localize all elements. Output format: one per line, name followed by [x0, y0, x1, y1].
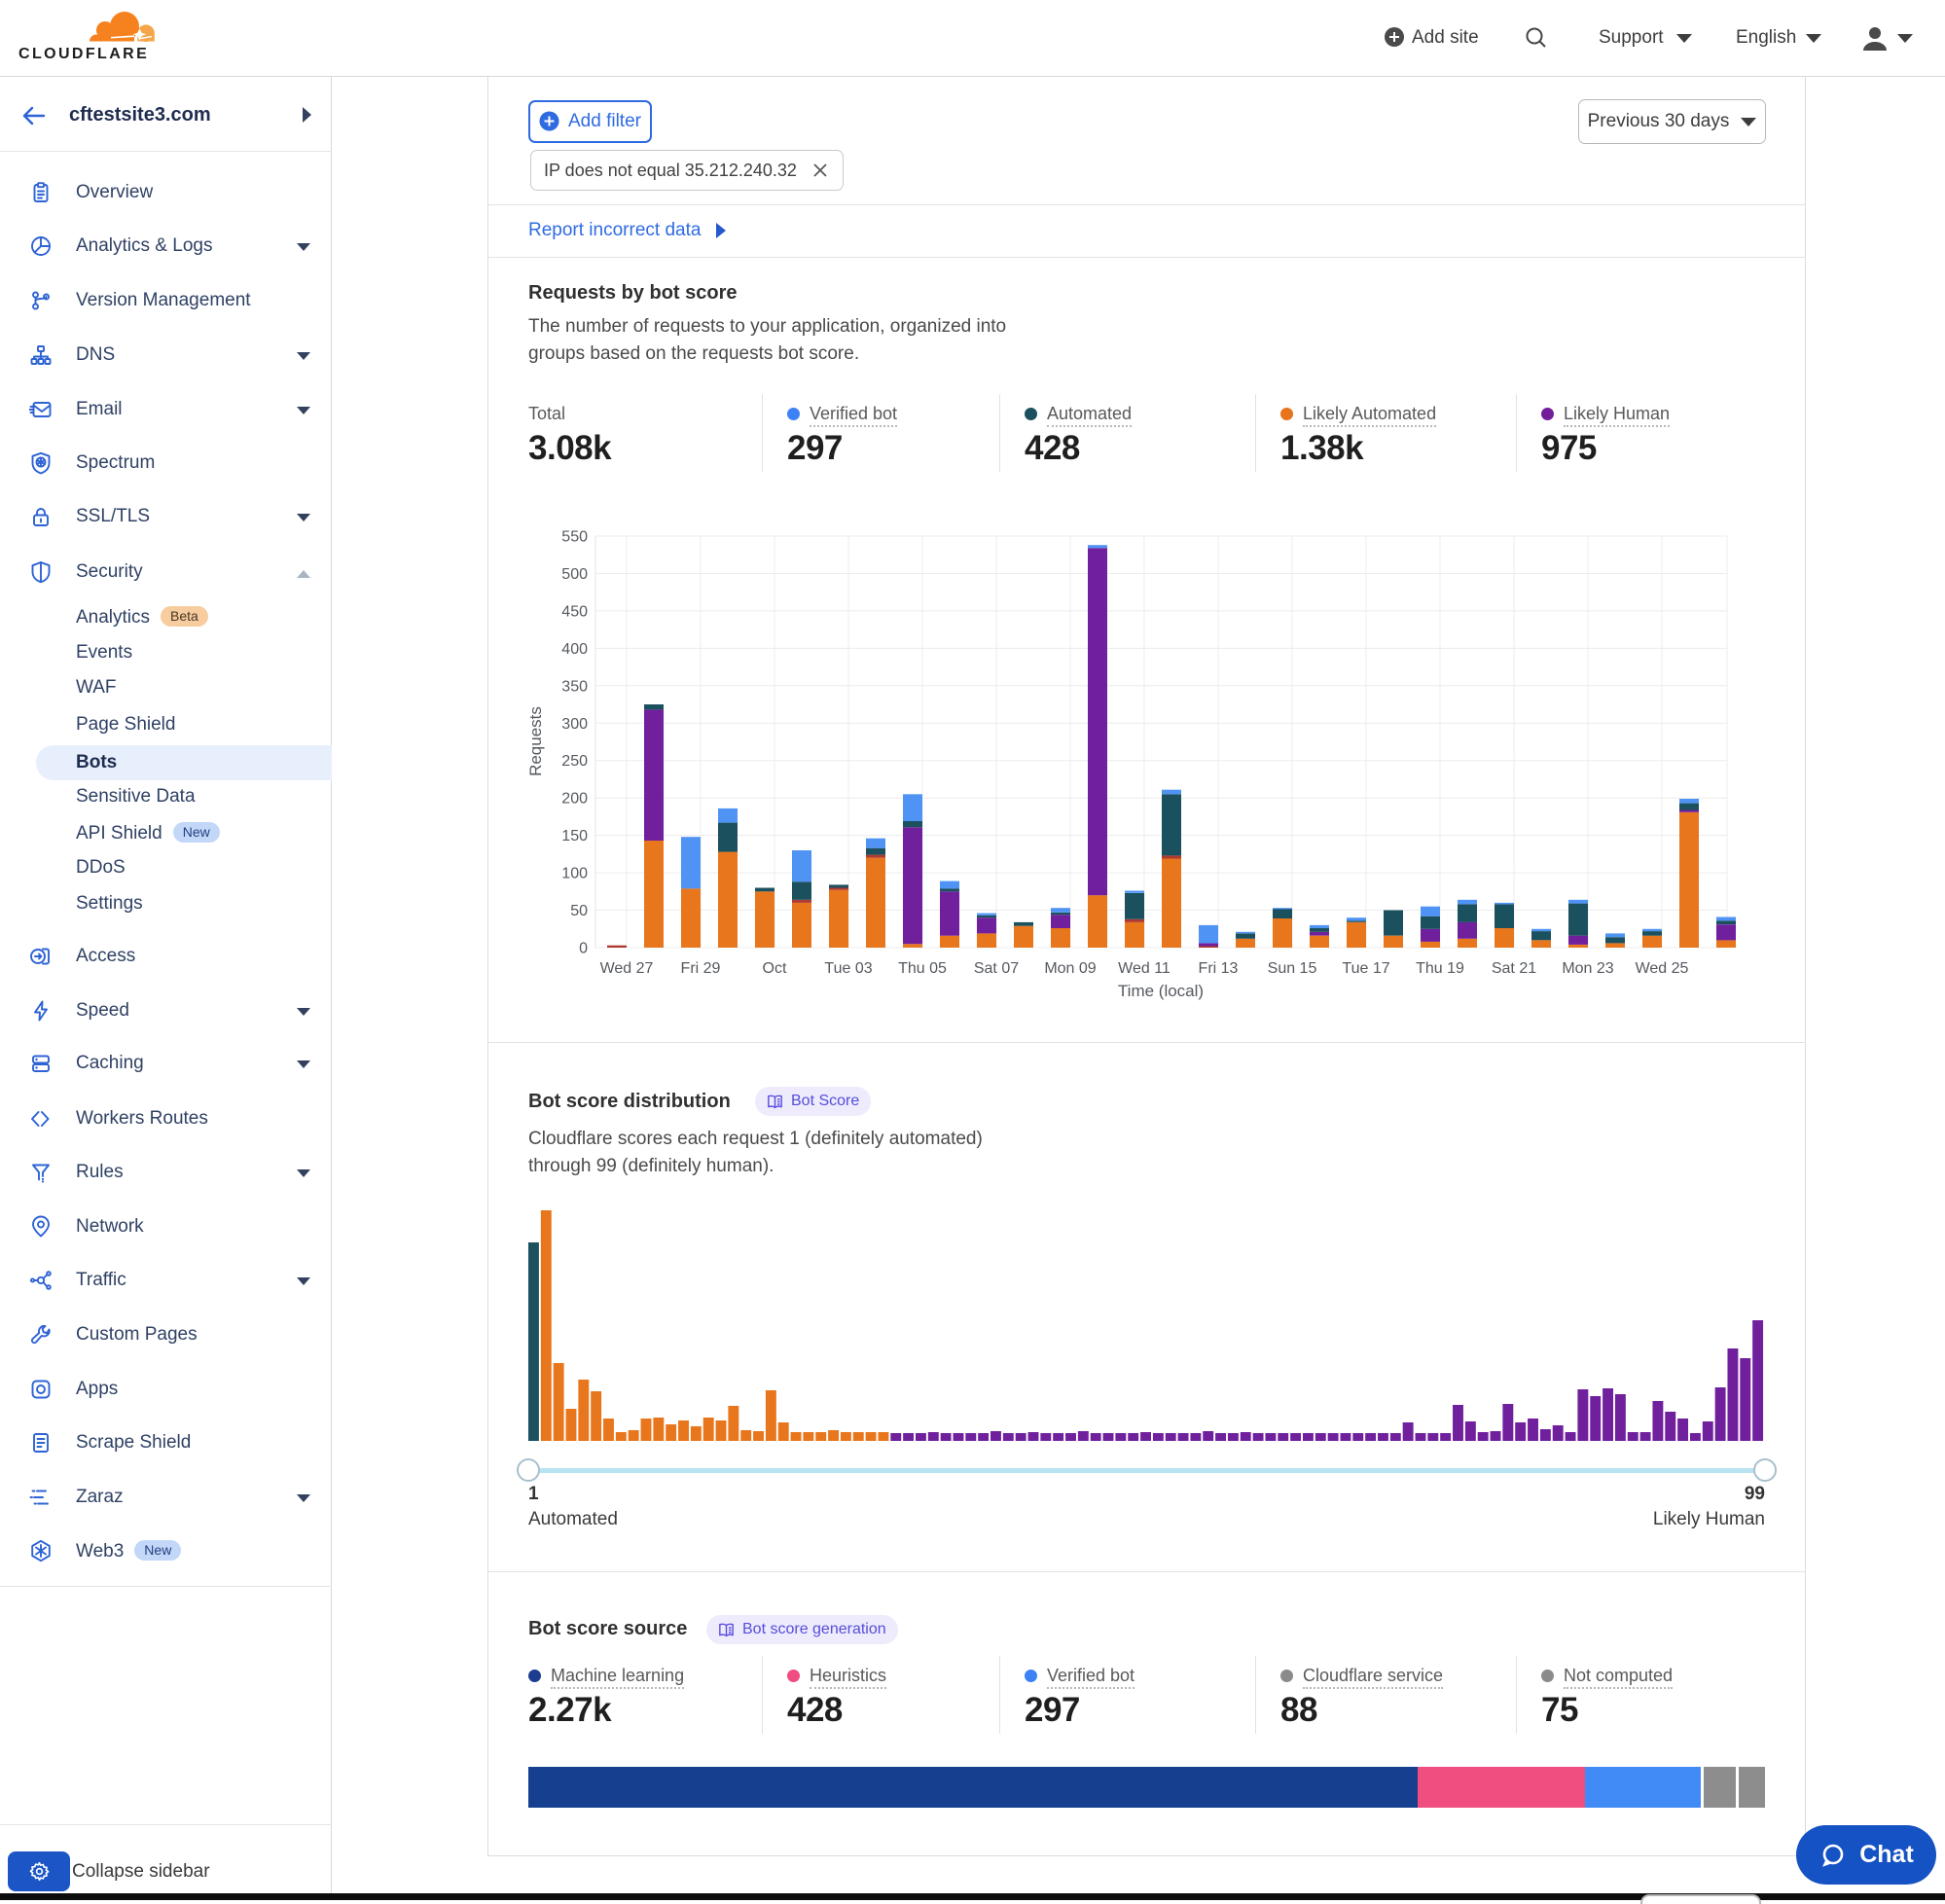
svg-text:Sat 21: Sat 21 [1492, 960, 1536, 977]
svg-text:Sat 07: Sat 07 [974, 960, 1019, 977]
svg-text:Mon 09: Mon 09 [1044, 960, 1096, 977]
svg-text:Tue 03: Tue 03 [824, 960, 872, 977]
svg-text:0: 0 [579, 941, 588, 957]
svg-text:150: 150 [561, 828, 588, 844]
svg-text:Time (local): Time (local) [1118, 982, 1204, 1000]
svg-text:100: 100 [561, 866, 588, 882]
svg-text:Thu 05: Thu 05 [898, 960, 947, 977]
svg-text:Fri 29: Fri 29 [681, 960, 721, 977]
svg-text:350: 350 [561, 678, 588, 695]
svg-text:Wed 11: Wed 11 [1118, 960, 1171, 977]
svg-text:300: 300 [561, 716, 588, 733]
svg-text:Wed 27: Wed 27 [600, 960, 654, 977]
svg-text:50: 50 [570, 903, 588, 919]
svg-text:400: 400 [561, 641, 588, 658]
svg-text:Oct: Oct [763, 960, 787, 977]
svg-text:Wed 25: Wed 25 [1636, 960, 1689, 977]
svg-text:Tue 17: Tue 17 [1342, 960, 1389, 977]
svg-text:Fri 13: Fri 13 [1199, 960, 1239, 977]
svg-text:Requests: Requests [526, 706, 545, 776]
svg-text:Mon 23: Mon 23 [1562, 960, 1613, 977]
svg-text:500: 500 [561, 566, 588, 583]
svg-text:200: 200 [561, 791, 588, 808]
svg-text:450: 450 [561, 603, 588, 620]
svg-text:Sun 15: Sun 15 [1268, 960, 1317, 977]
svg-text:250: 250 [561, 753, 588, 770]
svg-text:Thu 19: Thu 19 [1416, 960, 1464, 977]
svg-text:550: 550 [561, 529, 588, 546]
